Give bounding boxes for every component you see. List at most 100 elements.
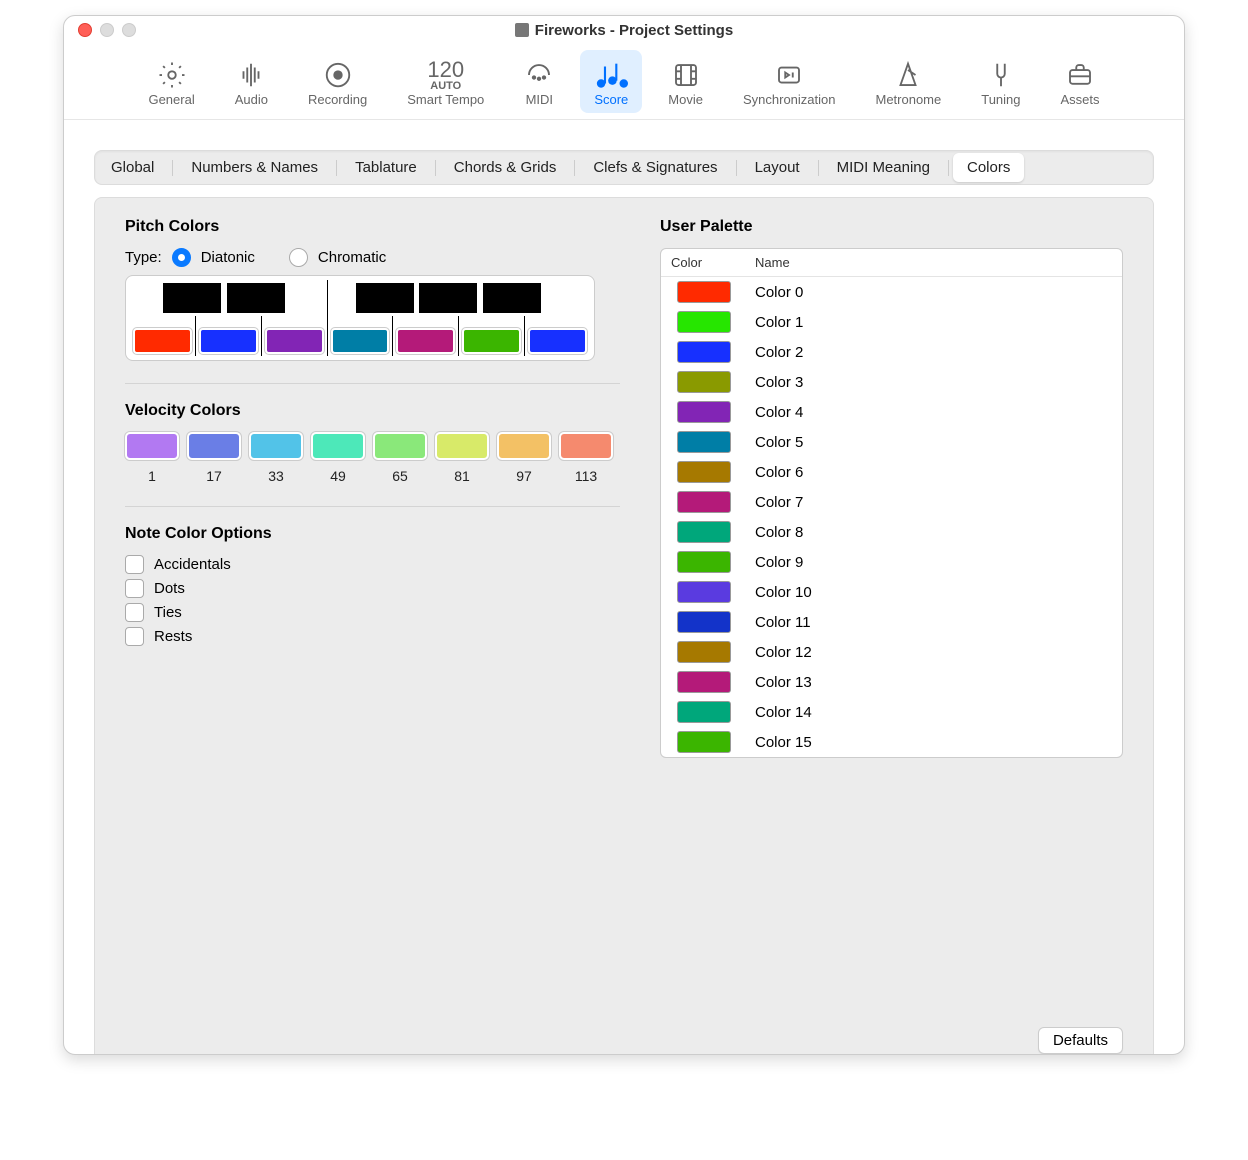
- palette-row[interactable]: Color 0: [661, 277, 1122, 307]
- palette-row[interactable]: Color 9: [661, 547, 1122, 577]
- velocity-swatch[interactable]: [187, 432, 241, 460]
- palette-row[interactable]: Color 5: [661, 427, 1122, 457]
- palette-swatch[interactable]: [677, 641, 731, 663]
- palette-name: Color 3: [755, 374, 803, 391]
- palette-name: Color 11: [755, 614, 811, 631]
- palette-row[interactable]: Color 12: [661, 637, 1122, 667]
- pitch-color-swatch[interactable]: [133, 328, 192, 354]
- tab-layout[interactable]: Layout: [741, 153, 814, 182]
- colors-panel: Pitch Colors Type: Diatonic Chromatic: [94, 197, 1154, 1055]
- palette-row[interactable]: Color 11: [661, 607, 1122, 637]
- palette-row[interactable]: Color 13: [661, 667, 1122, 697]
- tab-colors[interactable]: Colors: [953, 153, 1024, 182]
- radio-chromatic[interactable]: [289, 248, 308, 267]
- pitch-color-swatch[interactable]: [462, 328, 521, 354]
- toolbar-movie[interactable]: Movie: [654, 50, 717, 113]
- palette-swatch[interactable]: [677, 731, 731, 753]
- tuning-fork-icon: [986, 58, 1016, 92]
- velocity-colors-heading: Velocity Colors: [125, 402, 620, 420]
- palette-name: Color 7: [755, 494, 803, 511]
- palette-name: Color 15: [755, 734, 812, 751]
- palette-row[interactable]: Color 4: [661, 397, 1122, 427]
- type-label: Type:: [125, 249, 162, 266]
- toolbar-tuning[interactable]: Tuning: [967, 50, 1034, 113]
- palette-row[interactable]: Color 14: [661, 697, 1122, 727]
- pitch-color-swatch[interactable]: [199, 328, 258, 354]
- checkbox-dots[interactable]: [125, 579, 144, 598]
- defaults-button[interactable]: Defaults: [1038, 1027, 1123, 1054]
- radio-diatonic[interactable]: [172, 248, 191, 267]
- metronome-icon: [893, 58, 923, 92]
- pitch-color-swatch[interactable]: [396, 328, 455, 354]
- toolbar-recording[interactable]: Recording: [294, 50, 381, 113]
- velocity-swatch[interactable]: [125, 432, 179, 460]
- tab-tablature[interactable]: Tablature: [341, 153, 431, 182]
- titlebar: Fireworks - Project Settings: [64, 16, 1184, 44]
- tab-midi-meaning[interactable]: MIDI Meaning: [823, 153, 944, 182]
- velocity-swatch[interactable]: [373, 432, 427, 460]
- music-notes-icon: [594, 58, 628, 92]
- checkbox-rests[interactable]: [125, 627, 144, 646]
- palette-name: Color 1: [755, 314, 803, 331]
- palette-swatch[interactable]: [677, 581, 731, 603]
- velocity-swatch[interactable]: [249, 432, 303, 460]
- pitch-color-swatch[interactable]: [528, 328, 587, 354]
- toolbar-audio[interactable]: Audio: [221, 50, 282, 113]
- palette-row[interactable]: Color 6: [661, 457, 1122, 487]
- palette-swatch[interactable]: [677, 671, 731, 693]
- pitch-colors-heading: Pitch Colors: [125, 218, 620, 236]
- velocity-label: 33: [268, 468, 284, 484]
- velocity-label: 81: [454, 468, 470, 484]
- palette-row[interactable]: Color 3: [661, 367, 1122, 397]
- palette-swatch[interactable]: [677, 521, 731, 543]
- palette-row[interactable]: Color 7: [661, 487, 1122, 517]
- palette-swatch[interactable]: [677, 311, 731, 333]
- settings-window: Fireworks - Project Settings General Aud…: [63, 15, 1185, 1055]
- palette-name: Color 12: [755, 644, 812, 661]
- palette-swatch[interactable]: [677, 431, 731, 453]
- palette-col-name: Name: [755, 255, 790, 270]
- palette-row[interactable]: Color 8: [661, 517, 1122, 547]
- toolbar-synchronization[interactable]: Synchronization: [729, 50, 850, 113]
- palette-swatch[interactable]: [677, 281, 731, 303]
- palette-swatch[interactable]: [677, 341, 731, 363]
- pitch-color-keyboard[interactable]: [125, 275, 595, 361]
- toolbar-midi[interactable]: MIDI: [510, 50, 568, 113]
- palette-row[interactable]: Color 10: [661, 577, 1122, 607]
- user-palette-heading: User Palette: [660, 218, 1123, 236]
- palette-name: Color 10: [755, 584, 812, 601]
- palette-swatch[interactable]: [677, 371, 731, 393]
- checkbox-label: Ties: [154, 604, 182, 621]
- tab-global[interactable]: Global: [97, 153, 168, 182]
- toolbar-smart-tempo[interactable]: 120 AUTO Smart Tempo: [393, 50, 498, 113]
- palette-row[interactable]: Color 2: [661, 337, 1122, 367]
- palette-swatch[interactable]: [677, 401, 731, 423]
- tab-chords-grids[interactable]: Chords & Grids: [440, 153, 571, 182]
- palette-swatch[interactable]: [677, 491, 731, 513]
- palette-name: Color 13: [755, 674, 812, 691]
- palette-swatch[interactable]: [677, 551, 731, 573]
- velocity-swatch[interactable]: [497, 432, 551, 460]
- palette-row[interactable]: Color 15: [661, 727, 1122, 757]
- film-icon: [671, 58, 701, 92]
- checkbox-ties[interactable]: [125, 603, 144, 622]
- toolbar-general[interactable]: General: [134, 50, 208, 113]
- toolbar-score[interactable]: Score: [580, 50, 642, 113]
- tab-numbers-names[interactable]: Numbers & Names: [177, 153, 332, 182]
- velocity-label: 113: [575, 468, 597, 484]
- toolbar-metronome[interactable]: Metronome: [861, 50, 955, 113]
- velocity-swatch[interactable]: [435, 432, 489, 460]
- toolbar-assets[interactable]: Assets: [1047, 50, 1114, 113]
- checkbox-label: Dots: [154, 580, 185, 597]
- palette-row[interactable]: Color 1: [661, 307, 1122, 337]
- palette-swatch[interactable]: [677, 461, 731, 483]
- velocity-swatch[interactable]: [559, 432, 613, 460]
- checkbox-accidentals[interactable]: [125, 555, 144, 574]
- pitch-color-swatch[interactable]: [265, 328, 324, 354]
- note-color-options-heading: Note Color Options: [125, 525, 620, 543]
- velocity-swatch[interactable]: [311, 432, 365, 460]
- palette-swatch[interactable]: [677, 701, 731, 723]
- pitch-color-swatch[interactable]: [331, 328, 390, 354]
- palette-swatch[interactable]: [677, 611, 731, 633]
- tab-clefs-signatures[interactable]: Clefs & Signatures: [579, 153, 731, 182]
